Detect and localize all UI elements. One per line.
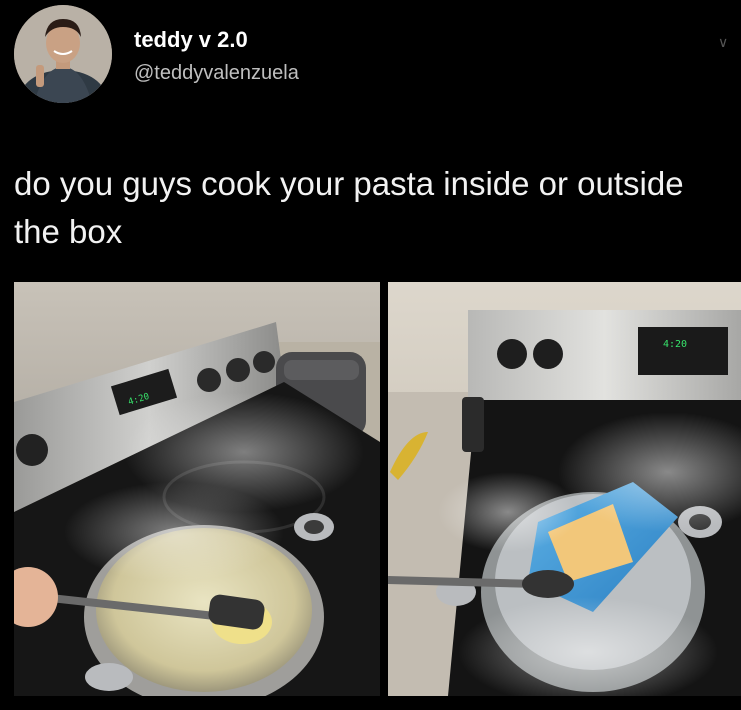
tweet-media[interactable]: 4:20 4:20 xyxy=(14,282,741,696)
stove-display-text: 4:20 xyxy=(663,339,687,350)
photo-pasta-outside-box[interactable]: 4:20 xyxy=(14,282,380,696)
chevron-down-icon[interactable]: ∨ xyxy=(718,35,732,49)
user-handle[interactable]: @teddyvalenzuela xyxy=(134,62,299,85)
tweet: teddy v 2.0 @teddyvalenzuela ∨ do you gu… xyxy=(0,0,741,710)
tweet-text: do you guys cook your pasta inside or ou… xyxy=(14,165,684,250)
display-name[interactable]: teddy v 2.0 xyxy=(134,27,248,53)
tweet-header: teddy v 2.0 @teddyvalenzuela ∨ xyxy=(14,5,734,105)
photo-pasta-inside-box[interactable]: 4:20 xyxy=(388,282,741,696)
avatar[interactable] xyxy=(14,5,112,103)
